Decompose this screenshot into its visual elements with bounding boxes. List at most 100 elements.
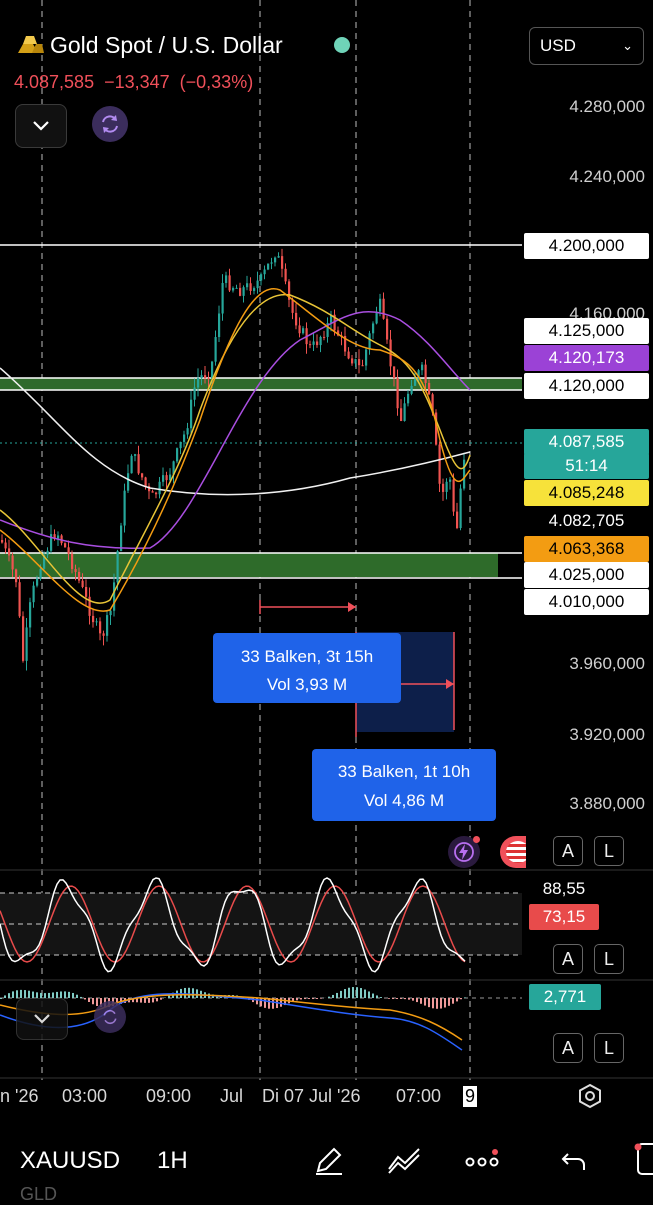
time-axis-label: Di 07 Jul '26 — [262, 1086, 361, 1107]
candle-body — [449, 480, 451, 482]
economic-events-icon[interactable] — [500, 836, 526, 868]
macd-bar — [412, 998, 414, 1001]
candle-body — [131, 456, 133, 473]
time-axis-label: Jul — [220, 1086, 243, 1107]
log-scale-button[interactable]: L — [594, 836, 624, 866]
candle-body — [92, 616, 94, 622]
macd-bar — [380, 997, 382, 998]
price-tag-level[interactable]: 4.010,000 — [524, 589, 649, 615]
candle-body — [260, 274, 262, 280]
indicators-icon[interactable] — [386, 1143, 422, 1182]
macd-bar — [8, 993, 10, 998]
signal-line — [0, 995, 462, 1040]
price-tag-level[interactable]: 4.120,000 — [524, 373, 649, 399]
time-axis-label: 03:00 — [62, 1086, 107, 1107]
macd-bar — [12, 991, 14, 998]
more-icon[interactable] — [464, 1148, 504, 1172]
stoch-d-value: 73,15 — [529, 904, 599, 930]
candle-body — [78, 572, 80, 581]
candle-body — [250, 283, 252, 291]
candle-body — [201, 375, 203, 378]
macd-bar — [408, 998, 410, 1000]
measure-tool-1 — [260, 600, 356, 614]
price-tag-level[interactable]: 4.200,000 — [524, 233, 649, 259]
collapse-legend-button[interactable] — [16, 998, 68, 1040]
price-tag-level[interactable]: 4.125,000 — [524, 318, 649, 344]
candle-body — [138, 454, 140, 473]
macd-bar — [148, 998, 150, 1003]
macd-bar — [360, 988, 362, 998]
log-scale-button[interactable]: L — [594, 1033, 624, 1063]
chevron-down-icon: ⌄ — [622, 38, 633, 54]
macd-bar — [64, 991, 66, 998]
candle-body — [295, 313, 297, 326]
candle-body — [253, 288, 255, 291]
candle-body — [197, 378, 199, 387]
candle-body — [439, 445, 441, 484]
candle-body — [379, 299, 381, 312]
measure-label-2[interactable]: 33 Balken, 1t 10h Vol 4,86 M — [312, 749, 496, 821]
price-tag-level[interactable]: 4.025,000 — [524, 562, 649, 588]
candle-body — [19, 582, 21, 616]
macd-bar — [448, 998, 450, 1006]
candle-body — [376, 312, 378, 324]
candle-body — [453, 480, 455, 512]
draw-pen-icon[interactable] — [312, 1143, 346, 1182]
candle-body — [463, 460, 465, 489]
macd-bar — [188, 988, 190, 998]
flash-icon[interactable] — [448, 836, 480, 868]
candle-body — [180, 442, 182, 448]
macd-bar — [84, 998, 86, 999]
settings-icon[interactable] — [576, 1082, 604, 1110]
macd-bar — [432, 998, 434, 1008]
price-summary: 4.087,585−13,347(−0,33%) — [14, 72, 263, 93]
candle-body — [383, 299, 385, 319]
stoch-k-value: 88,55 — [529, 876, 599, 902]
macd-bar — [388, 998, 390, 999]
candle-body — [110, 611, 112, 615]
candle-body — [15, 569, 17, 582]
auto-scale-button[interactable]: A — [553, 836, 583, 866]
macd-bar — [264, 998, 266, 1008]
symbol-title[interactable]: Gold Spot / U.S. Dollar — [50, 32, 283, 59]
undo-icon[interactable] — [560, 1148, 588, 1177]
symbol-button[interactable]: XAUUSD — [20, 1147, 120, 1175]
refresh-icon[interactable] — [94, 1001, 126, 1033]
candle-body — [285, 269, 287, 282]
candle-body — [456, 512, 458, 528]
price-change: −13,347 — [104, 72, 170, 92]
candle-body — [159, 482, 161, 494]
fullscreen-icon[interactable] — [634, 1142, 653, 1176]
currency-select[interactable]: USD ⌄ — [529, 27, 644, 65]
candle-body — [239, 288, 241, 296]
candle-body — [257, 281, 259, 289]
log-scale-button[interactable]: L — [594, 944, 624, 974]
interval-button[interactable]: 1H — [157, 1147, 188, 1175]
chevron-down-icon — [32, 120, 50, 132]
collapse-legend-button[interactable] — [15, 104, 67, 148]
macd-bar — [88, 998, 90, 1002]
auto-scale-button[interactable]: A — [553, 944, 583, 974]
macd-bar — [80, 997, 82, 998]
candle-body — [393, 366, 395, 378]
macd-bar — [260, 998, 262, 1006]
macd-bar — [196, 989, 198, 998]
measure-volume: Vol 4,86 M — [312, 786, 496, 815]
macd-bar — [192, 988, 194, 998]
support-zone — [0, 553, 498, 577]
measure-label-1[interactable]: 33 Balken, 3t 15h Vol 3,93 M — [213, 633, 401, 703]
market-open-indicator — [334, 37, 350, 53]
macd-bar — [156, 998, 158, 1001]
macd-bar — [376, 995, 378, 998]
macd-bar — [140, 998, 142, 1003]
candle-body — [47, 551, 49, 555]
candle-body — [264, 270, 266, 275]
candle-body — [348, 352, 350, 359]
candle-body — [323, 337, 325, 338]
candle-body — [278, 256, 280, 257]
macd-bar — [436, 998, 438, 1009]
auto-scale-button[interactable]: A — [553, 1033, 583, 1063]
refresh-button[interactable] — [92, 106, 128, 142]
macd-bar — [300, 998, 302, 999]
candle-body — [5, 543, 7, 549]
